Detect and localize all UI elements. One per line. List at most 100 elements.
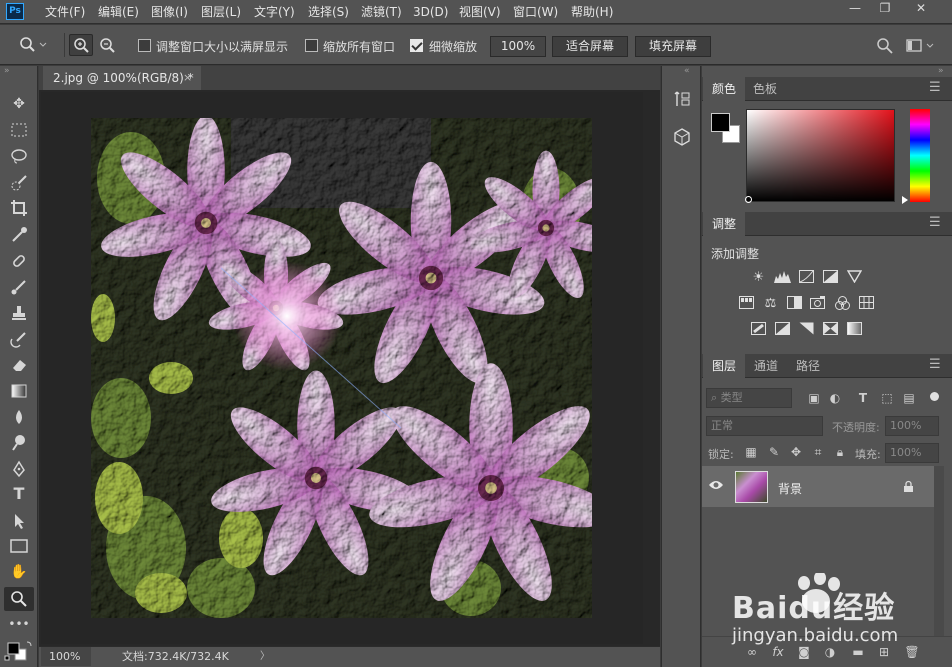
eye-icon[interactable] bbox=[708, 479, 724, 494]
type-tool-icon[interactable]: T bbox=[4, 482, 34, 506]
3d-panel-icon[interactable] bbox=[669, 124, 695, 150]
collapse-dock-icon[interactable]: « bbox=[684, 66, 690, 76]
color-saturation-field[interactable] bbox=[746, 109, 895, 202]
eraser-tool-icon[interactable] bbox=[4, 353, 34, 377]
opacity-field[interactable]: 100% bbox=[885, 416, 939, 436]
zoom-tool-icon[interactable] bbox=[4, 587, 34, 611]
status-menu-arrow-icon[interactable]: 〉 bbox=[260, 648, 270, 665]
lock-position-icon[interactable]: ✥ bbox=[789, 444, 803, 460]
layer-filter-select[interactable]: ⌕ 类型 bbox=[706, 388, 792, 408]
brush-tool-icon[interactable] bbox=[4, 275, 34, 299]
more-tools-icon[interactable]: ••• bbox=[4, 612, 34, 636]
lock-image-pixels-icon[interactable]: ✎ bbox=[767, 444, 781, 460]
levels-icon[interactable] bbox=[774, 270, 791, 285]
document-tab[interactable]: 2.jpg @ 100%(RGB/8) * bbox=[43, 66, 201, 90]
curves-icon[interactable] bbox=[798, 270, 815, 285]
color-lookup-icon[interactable] bbox=[858, 296, 875, 311]
scrubby-zoom-checkbox[interactable] bbox=[410, 39, 423, 52]
zoom-all-windows-checkbox[interactable] bbox=[305, 39, 318, 52]
color-picker-cursor[interactable] bbox=[745, 196, 752, 203]
zoom-level-field[interactable]: 100% bbox=[41, 647, 91, 666]
menu-type[interactable]: 文字(Y) bbox=[254, 0, 295, 24]
menu-select[interactable]: 选择(S) bbox=[308, 0, 349, 24]
zoom-percent-field[interactable]: 100% bbox=[490, 36, 546, 57]
menu-file[interactable]: 文件(F) bbox=[45, 0, 85, 24]
crop-tool-icon[interactable] bbox=[4, 196, 34, 220]
lock-artboard-icon[interactable]: ⌗ bbox=[811, 444, 825, 460]
color-panel-menu-icon[interactable]: ☰ bbox=[929, 80, 941, 95]
layers-menu-icon[interactable]: ☰ bbox=[929, 357, 941, 372]
zoom-in-button[interactable] bbox=[69, 34, 93, 56]
close-document-icon[interactable]: × bbox=[183, 66, 192, 90]
pen-tool-icon[interactable] bbox=[4, 457, 34, 481]
filter-pixel-icon[interactable]: ▣ bbox=[807, 390, 821, 406]
brightness-contrast-icon[interactable]: ☀ bbox=[750, 270, 767, 285]
adjustments-menu-icon[interactable]: ☰ bbox=[929, 215, 941, 230]
quick-selection-tool-icon[interactable] bbox=[4, 171, 34, 195]
invert-icon[interactable] bbox=[750, 322, 767, 337]
rectangle-tool-icon[interactable] bbox=[4, 534, 34, 558]
document-canvas-image[interactable] bbox=[91, 118, 592, 618]
path-selection-tool-icon[interactable] bbox=[4, 509, 34, 533]
workspace-icon[interactable] bbox=[906, 38, 938, 57]
blur-tool-icon[interactable] bbox=[4, 405, 34, 429]
photo-filter-icon[interactable] bbox=[810, 296, 827, 311]
history-brush-tool-icon[interactable] bbox=[4, 327, 34, 351]
filter-toggle-icon[interactable] bbox=[930, 392, 939, 401]
hue-saturation-icon[interactable] bbox=[738, 296, 755, 311]
tab-layers[interactable]: 图层 bbox=[703, 354, 746, 378]
threshold-icon[interactable] bbox=[798, 322, 815, 337]
filter-adjustment-icon[interactable]: ◐ bbox=[828, 390, 842, 406]
dodge-tool-icon[interactable] bbox=[4, 431, 34, 455]
history-panel-icon[interactable] bbox=[669, 86, 695, 112]
hue-slider-handle[interactable] bbox=[902, 196, 908, 204]
marquee-tool-icon[interactable] bbox=[4, 118, 34, 142]
restore-button[interactable]: ❐ bbox=[870, 0, 900, 18]
vibrance-icon[interactable] bbox=[846, 270, 863, 285]
gradient-map-icon[interactable] bbox=[822, 322, 839, 337]
resize-windows-checkbox[interactable] bbox=[138, 39, 151, 52]
tab-paths[interactable]: 路径 bbox=[787, 354, 829, 378]
lasso-tool-icon[interactable] bbox=[4, 144, 34, 168]
color-balance-icon[interactable]: ⚖ bbox=[762, 296, 779, 311]
collapse-right-panels-icon[interactable]: » bbox=[938, 66, 944, 76]
move-tool-icon[interactable]: ✥ bbox=[4, 92, 34, 116]
filter-smart-object-icon[interactable]: ▤ bbox=[902, 390, 916, 406]
clone-stamp-tool-icon[interactable] bbox=[4, 301, 34, 325]
menu-3d[interactable]: 3D(D) bbox=[413, 0, 448, 24]
menu-help[interactable]: 帮助(H) bbox=[571, 0, 613, 24]
blend-mode-select[interactable]: 正常 bbox=[706, 416, 823, 436]
fill-screen-button[interactable]: 填充屏幕 bbox=[635, 36, 711, 57]
eyedropper-tool-icon[interactable] bbox=[4, 223, 34, 247]
tab-channels[interactable]: 通道 bbox=[745, 354, 787, 378]
menu-filter[interactable]: 滤镜(T) bbox=[361, 0, 402, 24]
menu-layer[interactable]: 图层(L) bbox=[201, 0, 241, 24]
fill-field[interactable]: 100% bbox=[885, 443, 939, 463]
zoom-out-button[interactable] bbox=[96, 35, 118, 55]
selective-color-icon[interactable] bbox=[846, 322, 863, 337]
menu-edit[interactable]: 编辑(E) bbox=[98, 0, 139, 24]
filter-type-icon[interactable]: T bbox=[856, 390, 870, 406]
minimize-button[interactable]: — bbox=[840, 0, 870, 18]
tab-adjustments[interactable]: 调整 bbox=[703, 212, 746, 236]
channel-mixer-icon[interactable] bbox=[834, 296, 851, 311]
tab-color[interactable]: 颜色 bbox=[703, 77, 746, 101]
menu-view[interactable]: 视图(V) bbox=[459, 0, 501, 24]
zoom-tool-preset-icon[interactable] bbox=[18, 36, 48, 57]
layer-name[interactable]: 背景 bbox=[778, 480, 802, 497]
tab-swatches[interactable]: 色板 bbox=[744, 77, 786, 101]
healing-brush-tool-icon[interactable] bbox=[4, 249, 34, 273]
exposure-icon[interactable] bbox=[822, 270, 839, 285]
search-icon[interactable] bbox=[876, 37, 894, 58]
black-white-icon[interactable] bbox=[786, 296, 803, 311]
close-window-button[interactable]: ✕ bbox=[904, 0, 938, 18]
filter-shape-icon[interactable]: ⬚ bbox=[880, 390, 894, 406]
posterize-icon[interactable] bbox=[774, 322, 791, 337]
hue-slider[interactable] bbox=[910, 109, 930, 202]
menu-image[interactable]: 图像(I) bbox=[151, 0, 188, 24]
gradient-tool-icon[interactable] bbox=[4, 379, 34, 403]
hand-tool-icon[interactable]: ✋ bbox=[4, 560, 34, 584]
menu-window[interactable]: 窗口(W) bbox=[513, 0, 558, 24]
collapse-toolbar-icon[interactable]: » bbox=[4, 66, 10, 76]
foreground-color-swatch[interactable] bbox=[711, 113, 730, 132]
